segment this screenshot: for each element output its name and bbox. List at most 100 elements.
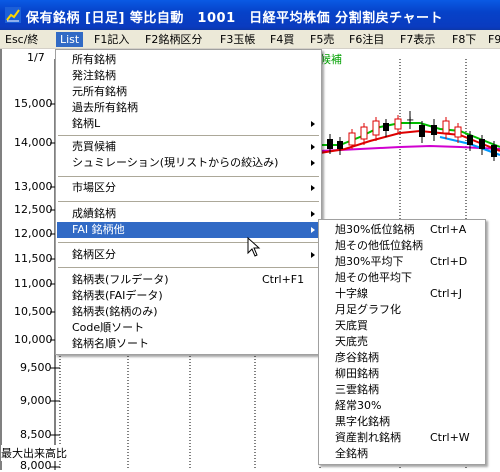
submenu-item[interactable]: 十字線 Ctrl+J <box>320 286 484 302</box>
menu-item-performance-stocks[interactable]: 成績銘柄 <box>57 206 320 222</box>
menu-item-label: 銘柄L <box>72 117 101 130</box>
y-tick-label: 15,000 <box>14 97 53 110</box>
submenu-item-label: 天底売 <box>335 335 368 348</box>
app-chart-icon <box>5 7 21 23</box>
submenu-item[interactable]: 黒字化銘柄 <box>320 414 484 430</box>
submenu-item-label: 旭30%平均下 <box>335 255 404 268</box>
y-tick-label: 10,500 <box>14 305 53 318</box>
menu-item-label: 銘柄表(銘柄のみ) <box>72 305 158 318</box>
menu-item-stock-table-names[interactable]: 銘柄表(銘柄のみ) <box>57 304 320 320</box>
y-tick-label: 11,500 <box>14 252 53 265</box>
submenu-item-label: 全銘柄 <box>335 447 368 460</box>
menu-item-label: 過去所有銘柄 <box>72 101 138 114</box>
submenu-item-label: 月足グラフ化 <box>335 303 401 316</box>
submenu-arrow-icon <box>311 121 315 127</box>
y-tick-label: 12,500 <box>14 203 53 216</box>
submenu-item[interactable]: 三雲銘柄 <box>320 382 484 398</box>
menu-item-shortcut: Ctrl+F1 <box>262 273 305 286</box>
menu-list[interactable]: List <box>56 32 84 47</box>
submenu-item[interactable]: 旭その他低位銘柄 <box>320 238 484 254</box>
menu-escape-exit[interactable]: Esc/終 <box>1 32 42 47</box>
menu-item-former-owned[interactable]: 元所有銘柄 <box>57 84 320 100</box>
menu-f6-watch[interactable]: F6注目 <box>345 32 388 47</box>
submenu-item-label: 黒字化銘柄 <box>335 415 390 428</box>
menu-f5-sell[interactable]: F5売 <box>306 32 338 47</box>
submenu-item[interactable]: 経常30% <box>320 398 484 414</box>
menu-f7-display[interactable]: F7表示 <box>396 32 439 47</box>
volume-ratio-label: 最大出来高比 <box>1 445 67 461</box>
menu-item-past-owned[interactable]: 過去所有銘柄 <box>57 100 320 116</box>
menu-item-label: 銘柄区分 <box>72 248 116 261</box>
menu-f1-entry[interactable]: F1記入 <box>90 32 133 47</box>
submenu-item[interactable]: 天底売 <box>320 334 484 350</box>
submenu-item-label: 旭その他低位銘柄 <box>335 239 423 252</box>
menu-bar: Esc/終 List F1記入 F2銘柄区分 F3玉帳 F4買 F5売 F6注目… <box>0 30 500 49</box>
chart-legend-fragment: 候補 <box>320 53 342 66</box>
submenu-item-label: 柳田銘柄 <box>335 367 379 380</box>
menu-item-label: 元所有銘柄 <box>72 85 127 98</box>
y-tick-label: 11,000 <box>14 277 53 290</box>
menu-item-stock-category[interactable]: 銘柄区分 <box>57 247 320 263</box>
menu-item-trade-candidates[interactable]: 売買候補 <box>57 139 320 155</box>
submenu-arrow-icon <box>311 160 315 166</box>
window-title: 保有銘柄 [日足] 等比自動 1001 日経平均株価 分割割戻チャート <box>26 11 444 26</box>
menu-separator <box>58 201 319 202</box>
menu-item-label: 市場区分 <box>72 181 116 194</box>
y-tick-label: 12,000 <box>14 227 53 240</box>
submenu-item-label: 旭30%低位銘柄 <box>335 223 415 236</box>
menu-item-simulation[interactable]: シュミレーション(現リストからの絞込み) <box>57 155 320 171</box>
menu-item-code-sort[interactable]: Code順ソート <box>57 320 320 336</box>
menu-item-ordered-stocks[interactable]: 発注銘柄 <box>57 68 320 84</box>
submenu-item[interactable]: 天底買 <box>320 318 484 334</box>
y-tick-label: 13,000 <box>14 180 53 193</box>
y-tick-label: 9,500 <box>20 361 52 374</box>
submenu-item[interactable]: 旭30%平均下 Ctrl+D <box>320 254 484 270</box>
submenu-item-label: 経常30% <box>335 399 382 412</box>
submenu-item[interactable]: 彦谷銘柄 <box>320 350 484 366</box>
submenu-item[interactable]: 月足グラフ化 <box>320 302 484 318</box>
submenu-item[interactable]: 旭その他平均下 <box>320 270 484 286</box>
submenu-item[interactable]: 旭30%低位銘柄 Ctrl+A <box>320 222 484 238</box>
menu-item-fai-stocks-other[interactable]: FAI 銘柄他 <box>57 222 320 238</box>
submenu-item-label: 彦谷銘柄 <box>335 351 379 364</box>
list-menu: 所有銘柄 発注銘柄 元所有銘柄 過去所有銘柄 銘柄L 売買候補 シュミレーション… <box>55 49 322 355</box>
submenu-item[interactable]: 柳田銘柄 <box>320 366 484 382</box>
submenu-arrow-icon <box>311 144 315 150</box>
menu-item-label: 銘柄名順ソート <box>72 337 149 350</box>
menu-item-label: 売買候補 <box>72 140 116 153</box>
menu-item-label: FAI 銘柄他 <box>72 223 125 236</box>
menu-item-label: 成績銘柄 <box>72 207 116 220</box>
submenu-item-label: 旭その他平均下 <box>335 271 412 284</box>
svg-text:+: + <box>406 115 414 126</box>
y-tick-label: 9,000 <box>20 394 52 407</box>
submenu-arrow-icon <box>311 252 315 258</box>
menu-separator <box>58 176 319 177</box>
menu-item-owned-stocks[interactable]: 所有銘柄 <box>57 52 320 68</box>
menu-f3-ledger[interactable]: F3玉帳 <box>216 32 259 47</box>
menu-f9[interactable]: F9 <box>484 32 500 47</box>
menu-item-market-category[interactable]: 市場区分 <box>57 180 320 196</box>
menu-f8-down[interactable]: F8下 <box>448 32 480 47</box>
menu-f4-buy[interactable]: F4買 <box>266 32 298 47</box>
submenu-item-label: 三雲銘柄 <box>335 383 379 396</box>
menu-item-label: Code順ソート <box>72 321 145 334</box>
submenu-item[interactable]: 資産割れ銘柄 Ctrl+W <box>320 430 484 446</box>
menu-f2-stock-category[interactable]: F2銘柄区分 <box>141 32 206 47</box>
submenu-item[interactable]: 全銘柄 <box>320 446 484 462</box>
menu-item-stock-table-fai[interactable]: 銘柄表(FAIデータ) <box>57 288 320 304</box>
submenu-arrow-icon <box>311 211 315 217</box>
menu-item-stock-table-full[interactable]: 銘柄表(フルデータ) Ctrl+F1 <box>57 272 320 288</box>
menu-item-label: シュミレーション(現リストからの絞込み) <box>72 156 279 169</box>
y-tick-label: 10,000 <box>14 333 53 346</box>
chart-date-label: 1/7 <box>27 51 45 64</box>
menu-separator <box>58 135 319 136</box>
submenu-item-label: 天底買 <box>335 319 368 332</box>
menu-separator <box>58 267 319 268</box>
candlesticks: + <box>327 111 497 161</box>
menu-item-label: 発注銘柄 <box>72 69 116 82</box>
mouse-cursor-icon <box>247 237 261 257</box>
submenu-arrow-icon <box>311 227 315 233</box>
menu-item-name-sort[interactable]: 銘柄名順ソート <box>57 336 320 352</box>
menu-item-label: 所有銘柄 <box>72 53 116 66</box>
menu-item-stock-list[interactable]: 銘柄L <box>57 116 320 132</box>
